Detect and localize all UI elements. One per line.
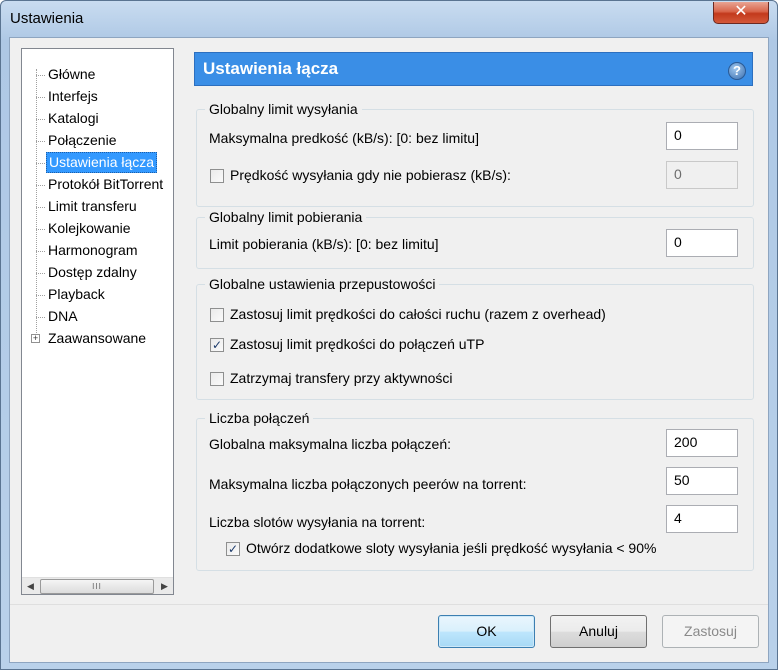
upload-slots-input[interactable]: 4 (666, 505, 738, 533)
tree-item-label: Główne (48, 66, 96, 82)
category-tree[interactable]: Główne Interfejs Katalogi Połączenie Ustawie… (21, 48, 174, 595)
tree-item[interactable]: Interfejs (22, 86, 173, 108)
close-button[interactable]: ✕ (713, 2, 769, 24)
tree-item-label: Harmonogram (48, 242, 138, 258)
utp-limit-label[interactable]: Zastosuj limit prędkości do połączeń uTP (230, 336, 484, 352)
tree-item[interactable]: Ustawienia łącza (22, 152, 173, 174)
tree-item-label: Limit transferu (48, 198, 137, 214)
scroll-right-icon[interactable]: ▶ (156, 578, 173, 595)
tree-connector (36, 207, 45, 208)
check-icon: ✓ (211, 338, 223, 352)
tree-connector (36, 251, 45, 252)
tree-item-label: Katalogi (48, 110, 99, 126)
tree-item[interactable]: Dostęp zdalny (22, 262, 173, 284)
help-icon[interactable]: ? (728, 62, 746, 80)
tree-item-label: Kolejkowanie (48, 220, 131, 236)
dialog-client: Główne Interfejs Katalogi Połączenie Ustawie… (9, 37, 769, 663)
download-limit-input[interactable]: 0 (666, 229, 738, 257)
tree-item[interactable]: Limit transferu (22, 196, 173, 218)
apply-button: Zastosuj (662, 615, 759, 648)
tree-item[interactable]: Główne (22, 64, 173, 86)
overhead-limit-checkbox[interactable] (210, 308, 224, 322)
tree-connector (36, 119, 45, 120)
tree-item[interactable]: Protokół BitTorrent (22, 174, 173, 196)
overhead-limit-label[interactable]: Zastosuj limit prędkości do całości ruch… (230, 306, 606, 322)
check-icon: ✓ (227, 542, 239, 556)
tree-item-label: DNA (48, 308, 78, 324)
title-bar[interactable]: Ustawienia ✕ (1, 1, 777, 37)
scroll-thumb[interactable]: III (40, 579, 154, 594)
download-limit-group: Globalny limit pobierania Limit pobieran… (196, 209, 754, 269)
tree-item[interactable]: Połączenie (22, 130, 173, 152)
close-icon: ✕ (734, 3, 748, 20)
tree-item[interactable]: Kolejkowanie (22, 218, 173, 240)
pause-on-activity-label[interactable]: Zatrzymaj transfery przy aktywności (230, 370, 453, 386)
ok-button[interactable]: OK (438, 615, 535, 648)
expand-icon[interactable]: + (31, 334, 40, 343)
scroll-left-icon[interactable]: ◀ (22, 578, 39, 595)
tree-item-label: Połączenie (48, 132, 117, 148)
tree-connector (36, 141, 45, 142)
max-peers-label: Maksymalna liczba połączonych peerów na … (209, 476, 527, 492)
global-max-connections-label: Globalna maksymalna liczba połączeń: (209, 436, 452, 452)
tree-item-label: Playback (48, 286, 105, 302)
tree-connector (36, 295, 45, 296)
pause-on-activity-checkbox[interactable] (210, 372, 224, 386)
tree-horizontal-scrollbar[interactable]: ◀ III ▶ (22, 577, 173, 594)
max-upload-label: Maksymalna predkość (kB/s): [0: bez limi… (209, 130, 479, 146)
tree-connector (36, 317, 45, 318)
tree-item-label: Zaawansowane (48, 330, 147, 346)
max-upload-input[interactable]: 0 (666, 122, 738, 150)
settings-window: Ustawienia ✕ Główne Interfejs Katalogi Połą… (0, 0, 778, 670)
upload-slots-label: Liczba slotów wysyłania na torrent: (209, 514, 426, 530)
page-title: Ustawienia łącza (203, 59, 339, 78)
group-title: Globalne ustawienia przepustowości (205, 276, 440, 292)
alt-upload-checkbox[interactable] (210, 169, 224, 183)
max-peers-input[interactable]: 50 (666, 467, 738, 495)
window-title: Ustawienia (10, 10, 84, 27)
tree-item-label: Ustawienia łącza (46, 152, 158, 173)
download-limit-label: Limit pobierania (kB/s): [0: bez limitu] (209, 236, 439, 252)
tree-item-label: Dostęp zdalny (48, 264, 137, 280)
upload-limit-group: Globalny limit wysyłania Maksymalna pred… (196, 101, 754, 207)
bandwidth-settings-group: Globalne ustawienia przepustowości Zasto… (196, 276, 754, 400)
tree-item[interactable]: + Zaawansowane (22, 328, 173, 350)
tree-item[interactable]: Playback (22, 284, 173, 306)
tree-connector (36, 185, 45, 186)
utp-limit-checkbox[interactable]: ✓ (210, 338, 224, 352)
section-header: Ustawienia łącza ? (194, 52, 753, 86)
group-title: Globalny limit pobierania (205, 209, 367, 225)
alt-upload-input: 0 (666, 161, 738, 189)
tree-item[interactable]: DNA (22, 306, 173, 328)
tree-connector (36, 229, 45, 230)
tree-connector (36, 97, 45, 98)
connections-group: Liczba połączeń Globalna maksymalna licz… (196, 410, 754, 571)
group-title: Globalny limit wysyłania (205, 101, 362, 117)
group-title: Liczba połączeń (205, 410, 314, 426)
extra-slots-checkbox[interactable]: ✓ (226, 542, 240, 556)
cancel-button[interactable]: Anuluj (550, 615, 647, 648)
tree-item[interactable]: Harmonogram (22, 240, 173, 262)
tree-item-label: Protokół BitTorrent (48, 176, 164, 192)
alt-upload-label[interactable]: Prędkość wysyłania gdy nie pobierasz (kB… (230, 167, 511, 183)
extra-slots-label[interactable]: Otwórz dodatkowe sloty wysyłania jeśli p… (246, 540, 656, 556)
tree-connector (36, 75, 45, 76)
tree-connector (36, 273, 45, 274)
tree-connector (36, 163, 45, 164)
global-max-connections-input[interactable]: 200 (666, 429, 738, 457)
button-bar: OK Anuluj Zastosuj (10, 604, 768, 662)
tree-item[interactable]: Katalogi (22, 108, 173, 130)
tree-item-label: Interfejs (48, 88, 98, 104)
